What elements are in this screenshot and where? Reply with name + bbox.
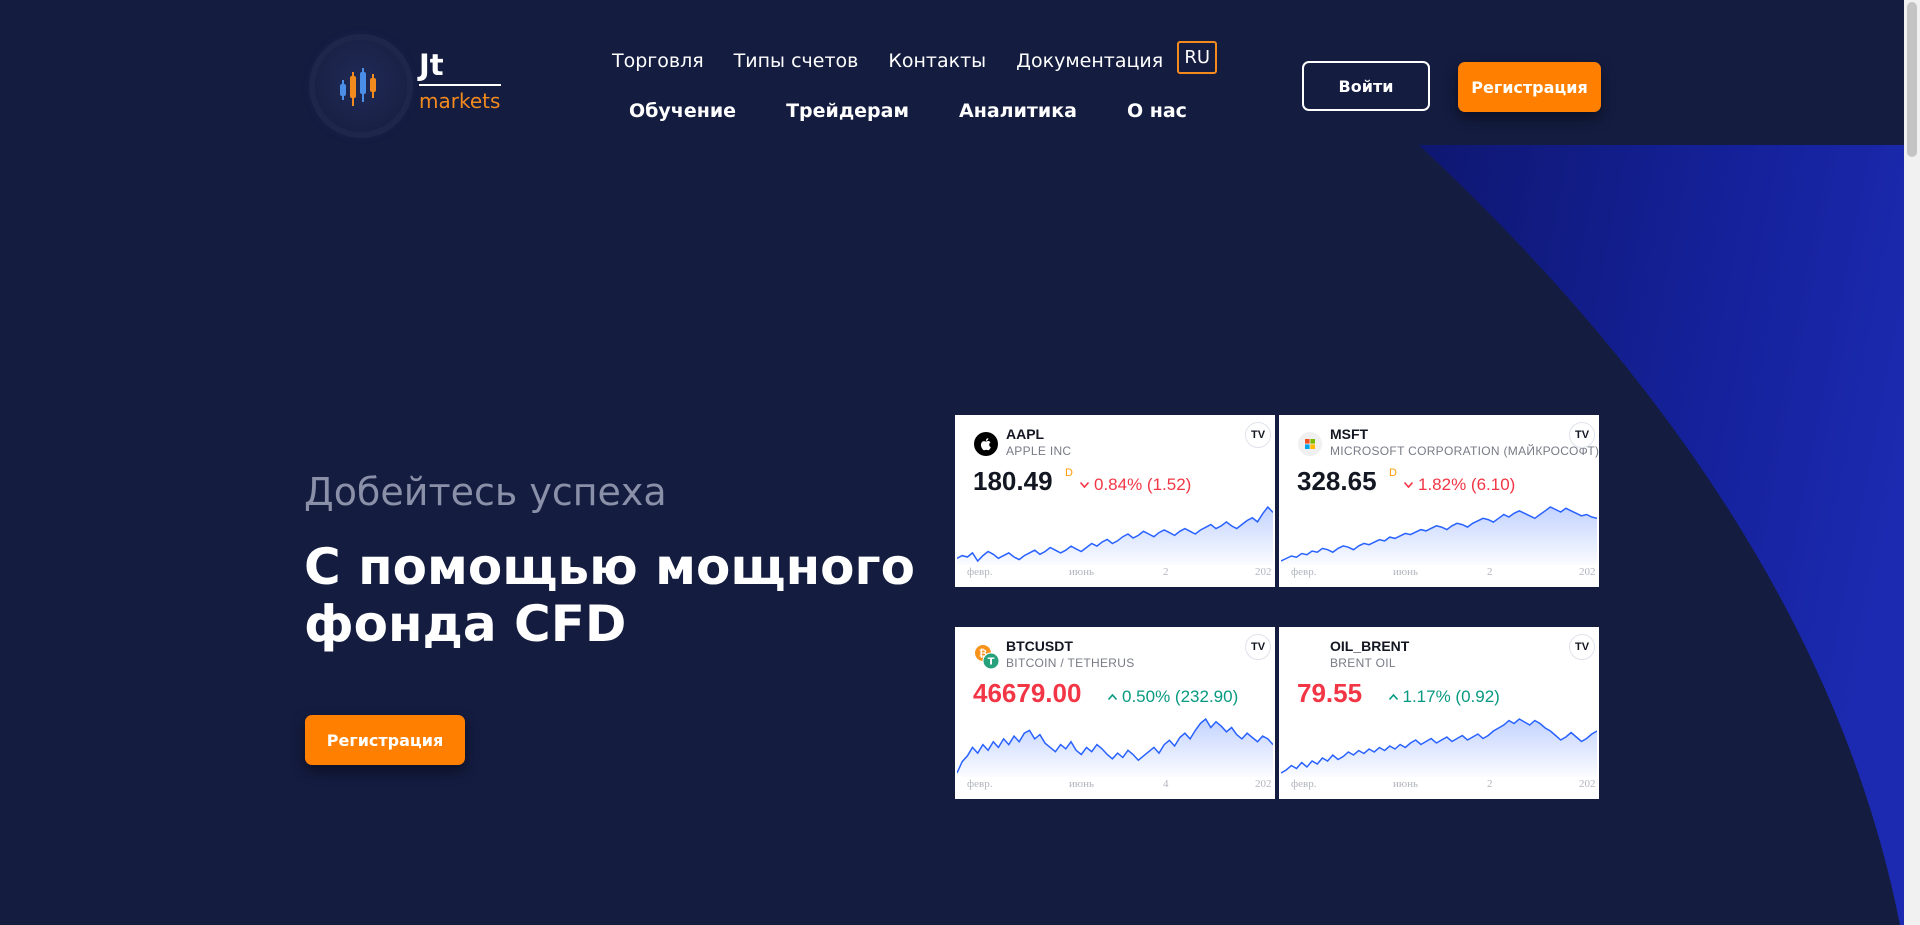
sparkline-area (957, 507, 1273, 565)
tradingview-icon[interactable]: TV (1245, 634, 1271, 660)
change-arrow-icon (1388, 693, 1403, 701)
ticker-widget-oil_brent[interactable]: OIL_BRENT BRENT OIL TV 79.55 1.17% (0.92) фев… (1279, 627, 1599, 799)
delayed-badge: D (1389, 467, 1397, 479)
time-axis: февр. июнь 2 202 (955, 566, 1275, 582)
ticker-change-value: 1.17% (0.92) (1402, 687, 1500, 706)
time-tick: июнь (1393, 778, 1419, 790)
nav-link-contacts[interactable]: Контакты (888, 50, 986, 72)
ticker-name: BITCOIN / TETHERUS (1006, 656, 1135, 670)
time-tick: июнь (1069, 778, 1095, 790)
time-tick: 2 (1163, 566, 1169, 578)
sparkline-area (957, 719, 1273, 777)
time-tick: февр. (967, 778, 993, 790)
time-tick: февр. (967, 566, 993, 578)
ticker-name: MICROSOFT CORPORATION (МАЙКРОСОФТ) (1330, 444, 1599, 458)
time-axis: февр. июнь 2 202 (1279, 778, 1599, 794)
time-tick: 202 (1579, 778, 1596, 790)
logo-jt: Jt (419, 47, 444, 82)
ticker-name: BRENT OIL (1330, 656, 1396, 670)
delayed-badge: D (1065, 467, 1073, 479)
ticker-price: 180.49 (973, 466, 1053, 496)
ticker-change-value: 0.50% (232.90) (1122, 687, 1239, 706)
scrollbar-thumb[interactable] (1907, 2, 1917, 157)
scrollbar[interactable] (1904, 0, 1920, 925)
price-sparkline[interactable] (1281, 715, 1597, 777)
price-sparkline[interactable] (957, 503, 1273, 565)
nav-link-account-types[interactable]: Типы счетов (734, 50, 859, 72)
price-sparkline[interactable] (1281, 503, 1597, 565)
sparkline-area (1281, 719, 1597, 777)
bitcoin-icon: ₿ T (974, 644, 1000, 670)
register-button-header[interactable]: Регистрация (1458, 62, 1601, 112)
nav-link-analytics[interactable]: Аналитика (959, 100, 1077, 122)
hero-title: С помощью мощного фонда CFD (304, 538, 915, 653)
change-arrow-icon (1107, 693, 1122, 701)
logo-text: Jt markets (419, 49, 501, 112)
language-selector[interactable]: RU (1177, 41, 1218, 74)
price-sparkline[interactable] (957, 715, 1273, 777)
nav-link-about[interactable]: О нас (1127, 100, 1187, 122)
ticker-change-value: 1.82% (6.10) (1418, 475, 1516, 494)
time-tick: 2 (1487, 778, 1493, 790)
time-tick: февр. (1291, 778, 1317, 790)
ticker-symbol[interactable]: AAPL (1006, 426, 1044, 442)
register-button-hero[interactable]: Регистрация (305, 715, 465, 765)
ticker-price: 79.55 (1297, 678, 1363, 708)
ticker-symbol[interactable]: MSFT (1330, 426, 1368, 442)
tradingview-icon[interactable]: TV (1569, 634, 1595, 660)
ticker-widget-aapl[interactable]: AAPL APPLE INC TV 180.49 D 0.84% (1.52) февр. и… (955, 415, 1275, 587)
ticker-widget-msft[interactable]: MSFT MICROSOFT CORPORATION (МАЙКРОСОФТ) TV… (1279, 415, 1599, 587)
time-tick: 4 (1163, 778, 1169, 790)
time-axis: февр. июнь 4 202 (955, 778, 1275, 794)
time-tick: февр. (1291, 566, 1317, 578)
time-tick: июнь (1393, 566, 1419, 578)
time-tick: 2 (1487, 566, 1493, 578)
ticker-change: 1.82% (6.10) (1403, 475, 1515, 495)
ticker-symbol[interactable]: OIL_BRENT (1330, 638, 1409, 654)
nav-link-documentation[interactable]: Документация (1016, 50, 1163, 72)
svg-text:T: T (988, 657, 995, 668)
ticker-change: 0.50% (232.90) (1107, 687, 1238, 707)
logo-divider (419, 83, 501, 86)
ticker-symbol[interactable]: BTCUSDT (1006, 638, 1073, 654)
time-tick: 202 (1579, 566, 1596, 578)
hero-subtitle: Добейтесь успеха (304, 470, 667, 514)
microsoft-icon (1298, 432, 1322, 456)
ticker-price: 46679.00 (973, 678, 1082, 708)
ticker-change: 0.84% (1.52) (1079, 475, 1191, 495)
ticker-change: 1.17% (0.92) (1388, 687, 1500, 707)
time-tick: 202 (1255, 778, 1272, 790)
nav-bottom: Обучение Трейдерам Аналитика О нас (629, 100, 1237, 122)
apple-icon (974, 432, 998, 456)
nav-link-education[interactable]: Обучение (629, 100, 736, 122)
ticker-widget-btcusdt[interactable]: ₿ T BTCUSDT BITCOIN / TETHERUS TV 46679.00 0.5… (955, 627, 1275, 799)
logo-candles-icon (315, 40, 407, 132)
nav-link-traders[interactable]: Трейдерам (786, 100, 909, 122)
time-tick: 202 (1255, 566, 1272, 578)
logo[interactable]: Jt markets (315, 40, 501, 132)
logo-markets: markets (419, 88, 501, 113)
ticker-price: 328.65 (1297, 466, 1377, 496)
nav-top: Торговля Типы счетов Контакты Документац… (612, 41, 1218, 74)
nav-link-trading[interactable]: Торговля (612, 50, 704, 72)
change-arrow-icon (1403, 481, 1418, 489)
tradingview-icon[interactable]: TV (1569, 422, 1595, 448)
time-tick: июнь (1069, 566, 1095, 578)
time-axis: февр. июнь 2 202 (1279, 566, 1599, 582)
sparkline-area (1281, 507, 1597, 565)
change-arrow-icon (1079, 481, 1094, 489)
tradingview-icon[interactable]: TV (1245, 422, 1271, 448)
ticker-name: APPLE INC (1006, 444, 1072, 458)
ticker-change-value: 0.84% (1.52) (1094, 475, 1192, 494)
login-button[interactable]: Войти (1302, 61, 1430, 111)
